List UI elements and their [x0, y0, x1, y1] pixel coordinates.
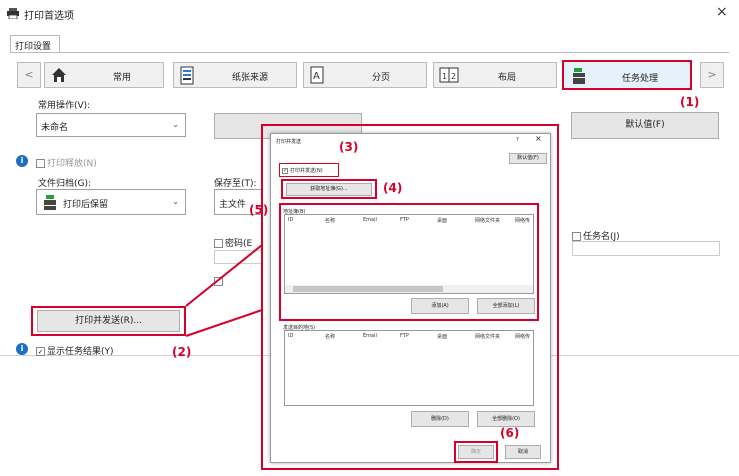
checkbox-icon: ✓: [282, 167, 288, 174]
column-header: FTP: [400, 333, 409, 339]
column-header: 名称: [325, 334, 336, 340]
address-book-table[interactable]: ID 名称 Email FTP 桌面 网络文件夹 网络传: [284, 214, 534, 294]
scrollbar[interactable]: [285, 285, 533, 293]
print-send-dialog: 打印并发送 ? × 默认值(F) ✓ 打印并发送(N) 获取地址簿(G)... 地…: [270, 133, 551, 463]
ok-button[interactable]: 确定: [458, 445, 494, 459]
dialog-default-button[interactable]: 默认值(F): [509, 153, 547, 164]
dialog-close-button[interactable]: ×: [535, 134, 542, 143]
column-header: 网络文件夹: [475, 218, 501, 224]
send-to-table[interactable]: ID 名称 Email FTP 桌面 网络文件夹 网络传: [284, 330, 534, 406]
print-send-checkbox-label: 打印并发送(N): [290, 168, 323, 174]
column-header: 桌面: [437, 218, 448, 224]
add-button[interactable]: 添加(A): [411, 298, 469, 314]
column-header: Email: [363, 217, 377, 223]
column-header: 名称: [325, 218, 336, 224]
column-header: 桌面: [437, 334, 448, 340]
callout-6: (6): [500, 426, 520, 440]
delete-button[interactable]: 删除(D): [411, 411, 469, 427]
scrollbar-thumb[interactable]: [293, 286, 443, 292]
callout-3: (3): [339, 140, 359, 154]
add-all-button[interactable]: 全部添加(L): [477, 298, 535, 314]
column-header: ID: [288, 217, 294, 223]
column-header: Email: [363, 333, 377, 339]
help-button[interactable]: ?: [516, 137, 519, 143]
dialog-title: 打印并发送: [276, 139, 302, 145]
column-header: FTP: [400, 217, 409, 223]
cancel-button[interactable]: 取消: [505, 445, 541, 459]
column-header: 网络文件夹: [475, 334, 501, 340]
column-header: 网络传: [515, 218, 531, 224]
callout-4: (4): [383, 181, 403, 195]
delete-all-button[interactable]: 全部删除(O): [477, 411, 535, 427]
get-address-book-button[interactable]: 获取地址簿(G)...: [286, 183, 372, 196]
callout-5: (5): [249, 203, 269, 217]
column-header: 网络传: [515, 334, 531, 340]
print-send-checkbox[interactable]: ✓ 打印并发送(N): [282, 167, 323, 174]
column-header: ID: [288, 333, 294, 339]
